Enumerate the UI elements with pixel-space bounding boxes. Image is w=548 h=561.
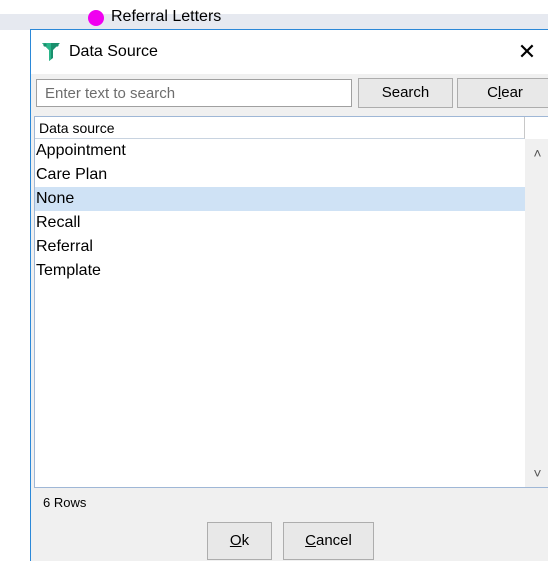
search-row: Search Clear	[31, 74, 548, 114]
table-row[interactable]: Care Plan	[35, 163, 525, 187]
background-window: Referral Letters	[0, 0, 548, 30]
ok-mnemonic: O	[229, 532, 242, 549]
ok-label-post: k	[241, 532, 250, 549]
grid-rows: Appointment Care Plan None Recall Referr…	[35, 139, 525, 283]
grid-column-header[interactable]: Data source	[35, 117, 525, 139]
funnel-filter-icon	[42, 43, 60, 61]
table-row-selected[interactable]: None	[35, 187, 525, 211]
background-item-label: Referral Letters	[111, 8, 222, 25]
dialog-title: Data Source	[69, 43, 158, 60]
chevron-down-icon[interactable]: ˅	[525, 463, 548, 483]
cancel-mnemonic: C	[305, 532, 316, 549]
search-button[interactable]: Search	[358, 78, 453, 108]
data-source-dialog: Data Source ✕ Search Clear Data source A…	[30, 29, 548, 561]
table-row[interactable]: Appointment	[35, 139, 525, 163]
ok-button[interactable]: Ok	[207, 522, 272, 560]
search-input[interactable]	[36, 79, 352, 107]
cancel-label-post: ancel	[315, 532, 352, 549]
table-row[interactable]: Recall	[35, 211, 525, 235]
clear-label-post: ear	[501, 84, 523, 101]
vertical-scrollbar[interactable]: ˄ ˅	[525, 139, 548, 487]
clear-label-pre: C	[487, 84, 498, 101]
background-band	[0, 14, 548, 30]
column-header-label: Data source	[39, 120, 115, 136]
data-source-grid: Data source Appointment Care Plan None R…	[34, 116, 548, 488]
row-count-label: 6 Rows	[43, 495, 87, 510]
cancel-button[interactable]: Cancel	[283, 522, 374, 560]
table-row[interactable]: Template	[35, 259, 525, 283]
dialog-titlebar: Data Source ✕	[31, 30, 548, 74]
chevron-up-icon[interactable]: ˄	[525, 143, 548, 163]
table-row[interactable]: Referral	[35, 235, 525, 259]
magenta-dot-icon	[88, 10, 104, 26]
close-button[interactable]: ✕	[509, 34, 545, 70]
clear-button[interactable]: Clear	[457, 78, 548, 108]
